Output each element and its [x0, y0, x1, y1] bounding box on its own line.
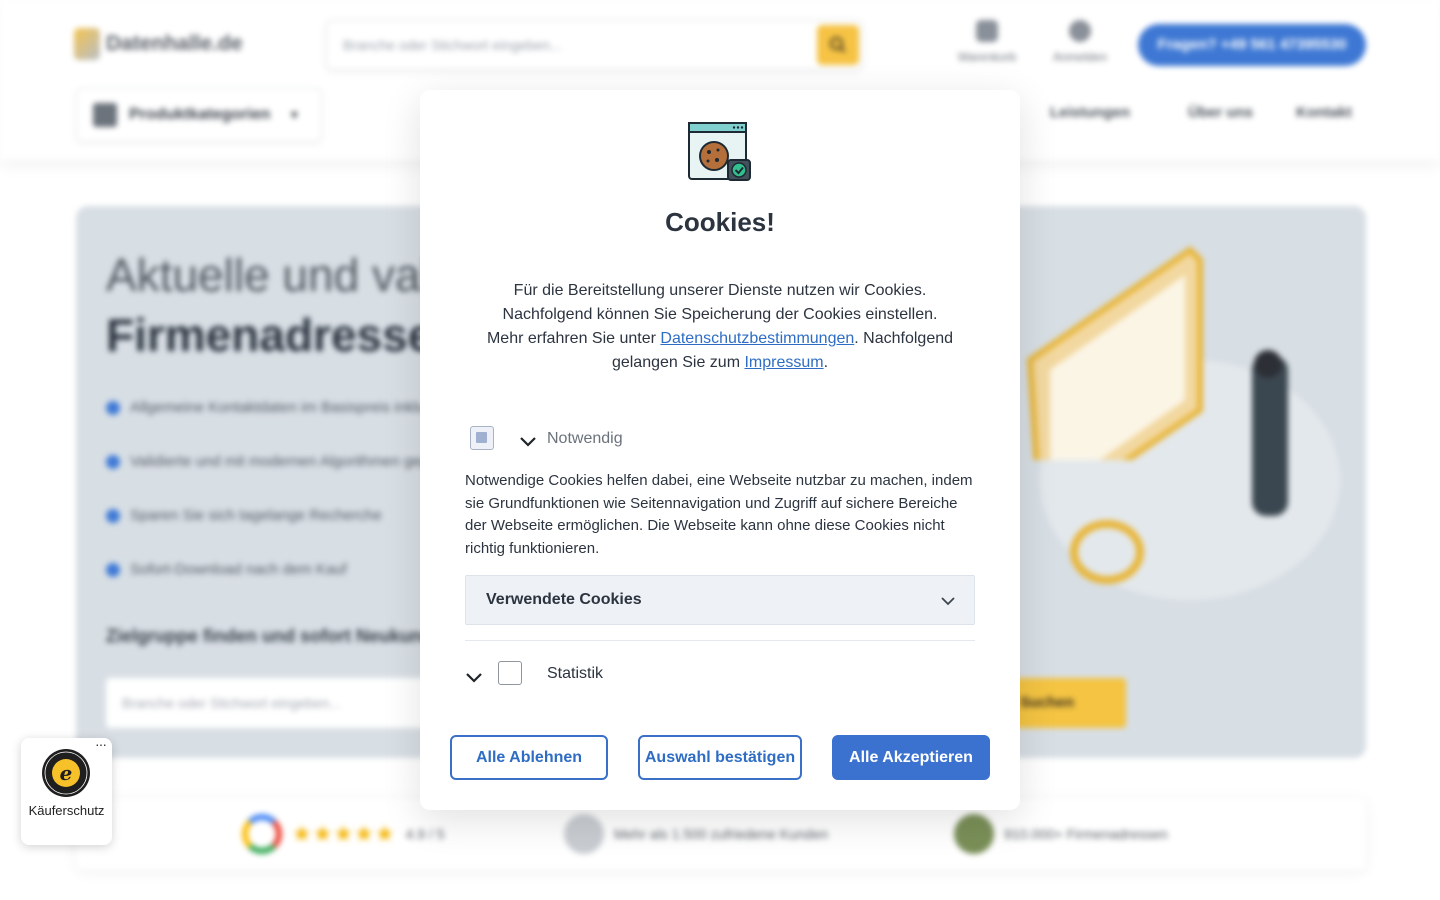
bullet-dot-icon [106, 508, 120, 523]
reject-all-button[interactable]: Alle Ablehnen [450, 735, 608, 780]
statistics-label: Statistik [547, 665, 604, 682]
person-illustration-icon [1252, 356, 1288, 516]
cookie-consent-dialog: Cookies! Für die Bereitstellung unserer … [420, 90, 1020, 810]
necessary-checkbox [470, 426, 494, 450]
chevron-down-icon[interactable] [465, 669, 483, 687]
product-categories-label: Produktkategorien [129, 106, 271, 123]
dialog-title: Cookies! [665, 207, 775, 237]
star-rating-icon: ★★★★★ [292, 821, 396, 846]
chevron-down-icon [941, 597, 955, 606]
hero-bullet: Allgemeine Kontaktdaten im Basispreis in… [106, 399, 452, 416]
customers-count: Mehr als 1.500 zufriedene Kunden [564, 814, 828, 854]
more-options-icon[interactable]: ··· [95, 736, 107, 752]
login-label: Anmelden [1052, 50, 1108, 64]
hero-title-line2: Firmenadressen [106, 309, 462, 361]
accept-all-button[interactable]: Alle Akzeptieren [832, 735, 990, 780]
divider [465, 640, 975, 641]
google-rating: ★★★★★ 4.9 / 5 [242, 814, 445, 854]
statistics-checkbox[interactable] [498, 661, 522, 685]
bullet-dot-icon [106, 400, 120, 415]
imprint-link[interactable]: Impressum [744, 354, 823, 371]
necessary-description: Notwendige Cookies helfen dabei, eine We… [465, 472, 973, 557]
cart-icon [976, 20, 998, 42]
intro-text: Für die Bereitstellung unserer Dienste n… [502, 282, 938, 323]
logo-icon [74, 28, 100, 60]
hero-search-placeholder: Branche oder Stichwort eingeben... [122, 695, 341, 711]
header-search-placeholder: Branche oder Stichwort eingeben... [343, 37, 562, 53]
chevron-down-icon[interactable] [519, 433, 537, 451]
used-cookies-label: Verwendete Cookies [486, 591, 642, 608]
google-icon [242, 814, 282, 854]
monitor-illustration-icon [1026, 246, 1203, 460]
intro-text-link-prefix: Mehr erfahren Sie unter [486, 330, 661, 347]
hero-bullet: Sparen Sie sich tagelange Recherche [106, 507, 382, 524]
user-icon [1069, 20, 1091, 42]
cookie-category-necessary: Notwendig [465, 422, 975, 454]
search-icon [830, 37, 846, 53]
bullet-dot-icon [106, 454, 120, 469]
chevron-down-icon: ▼ [288, 108, 301, 122]
buyer-protection-label: Käuferschutz [28, 803, 105, 818]
cookie-shield-icon [688, 122, 751, 181]
cart-link[interactable]: Warenkorb [947, 20, 1027, 64]
intro-text-end: . [823, 354, 829, 371]
magnifier-illustration-icon [1070, 520, 1144, 584]
login-link[interactable]: Anmelden [1040, 20, 1120, 64]
logo-text: Datenhalle.de [106, 32, 243, 55]
addresses-text: 910.000+ Firmenadressen [1004, 826, 1168, 842]
rating-value: 4.9 / 5 [405, 826, 445, 842]
bullet-dot-icon [106, 562, 120, 577]
customers-text: Mehr als 1.500 zufriedene Kunden [614, 826, 829, 842]
nav-kontakt[interactable]: Kontakt [1296, 104, 1352, 121]
nav-leistungen[interactable]: Leistungen [1050, 104, 1130, 121]
privacy-policy-link[interactable]: Datenschutzbestimmungen [660, 330, 854, 347]
product-categories-button[interactable]: Produktkategorien ▼ [76, 88, 322, 142]
contact-phone-button[interactable]: Fragen? +49 561 47395530 [1138, 24, 1366, 66]
confirm-selection-button[interactable]: Auswahl bestätigen [638, 735, 802, 780]
award-badge-icon [954, 814, 994, 854]
grid-icon [93, 103, 117, 127]
person-head-icon [1254, 350, 1282, 378]
site-logo[interactable]: Datenhalle.de [74, 28, 243, 60]
cart-label: Warenkorb [957, 50, 1017, 64]
cookie-category-statistics: Statistik [465, 657, 975, 689]
svg-text:e: e [60, 761, 73, 785]
customer-avatar-icon [564, 814, 604, 854]
necessary-label: Notwendig [547, 430, 623, 447]
dialog-intro-text: Für die Bereitstellung unserer Dienste n… [470, 279, 970, 375]
nav-ueber-uns[interactable]: Über uns [1188, 104, 1253, 121]
header-search-input[interactable]: Branche oder Stichwort eingeben... [326, 20, 862, 70]
trusted-shops-seal-icon: e [42, 749, 90, 797]
hero-bullet: Sofort-Download nach dem Kauf [106, 561, 347, 578]
trusted-shops-badge[interactable]: ··· e Käuferschutz [21, 736, 112, 845]
used-cookies-accordion[interactable]: Verwendete Cookies [465, 575, 975, 625]
header-search-button[interactable] [817, 25, 859, 65]
addresses-count: 910.000+ Firmenadressen [954, 814, 1168, 854]
